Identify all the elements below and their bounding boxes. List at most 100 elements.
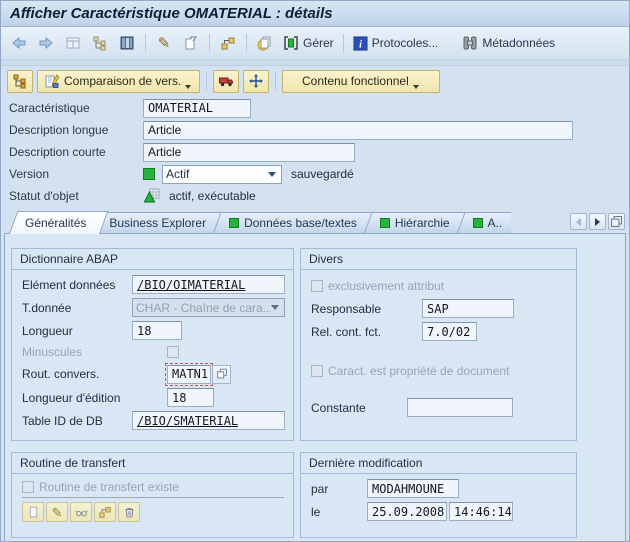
new-page-icon xyxy=(27,505,40,519)
routine-delete-button[interactable] xyxy=(118,502,140,522)
pencil-icon: ✎ xyxy=(52,505,63,520)
element-donnees-field[interactable]: /BIO/OIMATERIAL xyxy=(132,275,285,294)
constante-field[interactable] xyxy=(407,398,513,417)
pencil-icon: ✎ xyxy=(158,36,171,51)
metadonnees-button[interactable]: Métadonnées xyxy=(459,31,558,55)
modif-time-field[interactable]: 14:46:14 xyxy=(449,502,513,521)
display-change-button[interactable]: ✎ xyxy=(152,31,176,55)
caracteristique-row: Caractéristique OMATERIAL xyxy=(1,97,629,119)
transport-truck-button[interactable] xyxy=(213,70,239,93)
metadata-icon xyxy=(462,35,478,51)
tab-attributs-truncated[interactable]: A.. xyxy=(457,212,511,233)
longueur-field[interactable]: 18 xyxy=(132,321,182,340)
statut-objet-label: Statut d'objet xyxy=(9,189,143,203)
divers-groupbox: Divers exclusivement attribut Responsabl… xyxy=(300,248,577,441)
transport-connection-button[interactable] xyxy=(216,31,240,55)
derniere-modification-groupbox: Dernière modification par MODAHMOUNE le … xyxy=(300,452,577,538)
rout-convers-label: Rout. convers. xyxy=(22,367,132,381)
constante-row: Constante xyxy=(301,396,576,419)
hierarchy-button[interactable] xyxy=(88,31,112,55)
exclusivement-attribut-row: exclusivement attribut xyxy=(301,274,576,297)
longueur-label: Longueur xyxy=(22,324,132,338)
tab-business-explorer[interactable]: Business Explorer xyxy=(93,212,220,233)
propriete-document-checkbox[interactable] xyxy=(311,365,323,377)
rout-convers-detail-button[interactable] xyxy=(212,365,231,384)
exclusivement-attribut-label: exclusivement attribut xyxy=(328,279,444,293)
info-icon: i xyxy=(353,36,368,51)
left-triangle-icon xyxy=(576,218,581,226)
tab-donnees-base-textes-label: Données base/textes xyxy=(244,216,357,230)
tab-scroll-right-button[interactable] xyxy=(589,213,606,230)
green-status-icon xyxy=(380,218,390,228)
routine-edit-button[interactable]: ✎ xyxy=(46,502,68,522)
move-object-button[interactable] xyxy=(243,70,269,93)
metadonnees-label: Métadonnées xyxy=(482,36,555,50)
responsable-field[interactable]: SAP xyxy=(422,299,514,318)
t-donnee-select[interactable]: CHAR - Chaîne de cara... xyxy=(132,298,285,317)
rout-convers-field[interactable]: MATN1 xyxy=(167,365,211,384)
minuscules-row: Minuscules xyxy=(12,342,293,362)
routine-button-row: ✎ xyxy=(12,502,293,522)
forward-button[interactable] xyxy=(34,31,58,55)
version-select[interactable]: Actif xyxy=(162,165,282,184)
tab-business-explorer-label: Business Explorer xyxy=(109,216,206,230)
standard-toolbar: ✎ Gérer i Protocoles... Métadonnées xyxy=(1,27,629,60)
back-button[interactable] xyxy=(7,31,31,55)
modif-le-label: le xyxy=(311,505,367,519)
tab-donnees-base-textes[interactable]: Données base/textes xyxy=(213,212,371,233)
transport-icon xyxy=(98,505,112,519)
t-donnee-value: CHAR - Chaîne de cara... xyxy=(136,301,271,315)
copy-object-button[interactable] xyxy=(179,31,203,55)
modif-par-field[interactable]: MODAHMOUNE xyxy=(367,479,459,498)
tab-hierarchie[interactable]: Hiérarchie xyxy=(364,212,464,233)
routine-create-button[interactable] xyxy=(22,502,44,522)
caracteristique-label: Caractéristique xyxy=(9,101,143,115)
tab-scroll-controls xyxy=(570,213,625,230)
grid-view-button[interactable] xyxy=(115,31,139,55)
longueur-edition-label: Longueur d'édition xyxy=(22,391,132,405)
protocoles-button[interactable]: i Protocoles... xyxy=(350,31,442,55)
description-longue-label: Description longue xyxy=(9,123,143,137)
modif-date-field[interactable]: 25.09.2008 xyxy=(367,502,447,521)
description-courte-row: Description courte Article xyxy=(1,141,629,163)
routine-existe-row: Routine de transfert existe xyxy=(22,477,284,498)
comparaison-versions-button[interactable]: Comparaison de vers. xyxy=(37,70,200,93)
table-id-db-field[interactable]: /BIO/SMATERIAL xyxy=(132,411,285,430)
longueur-edition-row: Longueur d'édition 18 xyxy=(12,386,293,409)
rel-cont-fct-field[interactable]: 7.0/02 xyxy=(422,322,477,341)
copy-button[interactable] xyxy=(253,31,277,55)
dropdown-triangle-icon xyxy=(413,85,419,89)
minuscules-checkbox[interactable] xyxy=(167,346,179,358)
toolbar-separator xyxy=(145,34,146,52)
contenu-label: Contenu fonctionnel xyxy=(302,74,409,88)
routine-display-button[interactable] xyxy=(70,502,92,522)
green-led-icon xyxy=(143,168,155,180)
contenu-fonctionnel-button[interactable]: Contenu fonctionnel xyxy=(282,70,440,93)
gerer-button[interactable]: Gérer xyxy=(280,31,337,55)
svg-text:i: i xyxy=(359,39,362,50)
tab-overview-button[interactable] xyxy=(608,213,625,230)
description-longue-field[interactable]: Article xyxy=(143,121,573,140)
element-donnees-row: Elément données /BIO/OIMATERIAL xyxy=(12,273,293,296)
propriete-document-row: Caract. est propriété de document xyxy=(301,359,576,382)
tree-icon xyxy=(12,73,28,89)
t-donnee-label: T.donnée xyxy=(22,301,132,315)
longueur-edition-field[interactable]: 18 xyxy=(167,388,214,407)
tab-generalites[interactable]: Généralités xyxy=(9,211,100,234)
description-courte-field[interactable]: Article xyxy=(143,143,355,162)
version-label: Version xyxy=(9,167,143,181)
overview-button[interactable] xyxy=(61,31,85,55)
caracteristique-field[interactable]: OMATERIAL xyxy=(143,99,251,118)
dropdown-triangle-icon xyxy=(185,85,191,89)
routine-existe-checkbox[interactable] xyxy=(22,481,34,493)
derniere-modification-title: Dernière modification xyxy=(301,453,576,474)
hierarchy-tree-button[interactable] xyxy=(7,70,33,93)
green-status-icon xyxy=(473,218,483,228)
move-arrows-icon xyxy=(248,73,264,89)
grid-icon xyxy=(119,35,135,51)
compare-doc-icon xyxy=(44,73,60,89)
version-row: Version Actif sauvegardé xyxy=(1,163,629,185)
tab-scroll-left-button[interactable] xyxy=(570,213,587,230)
routine-transport-button[interactable] xyxy=(94,502,116,522)
exclusivement-attribut-checkbox[interactable] xyxy=(311,280,323,292)
